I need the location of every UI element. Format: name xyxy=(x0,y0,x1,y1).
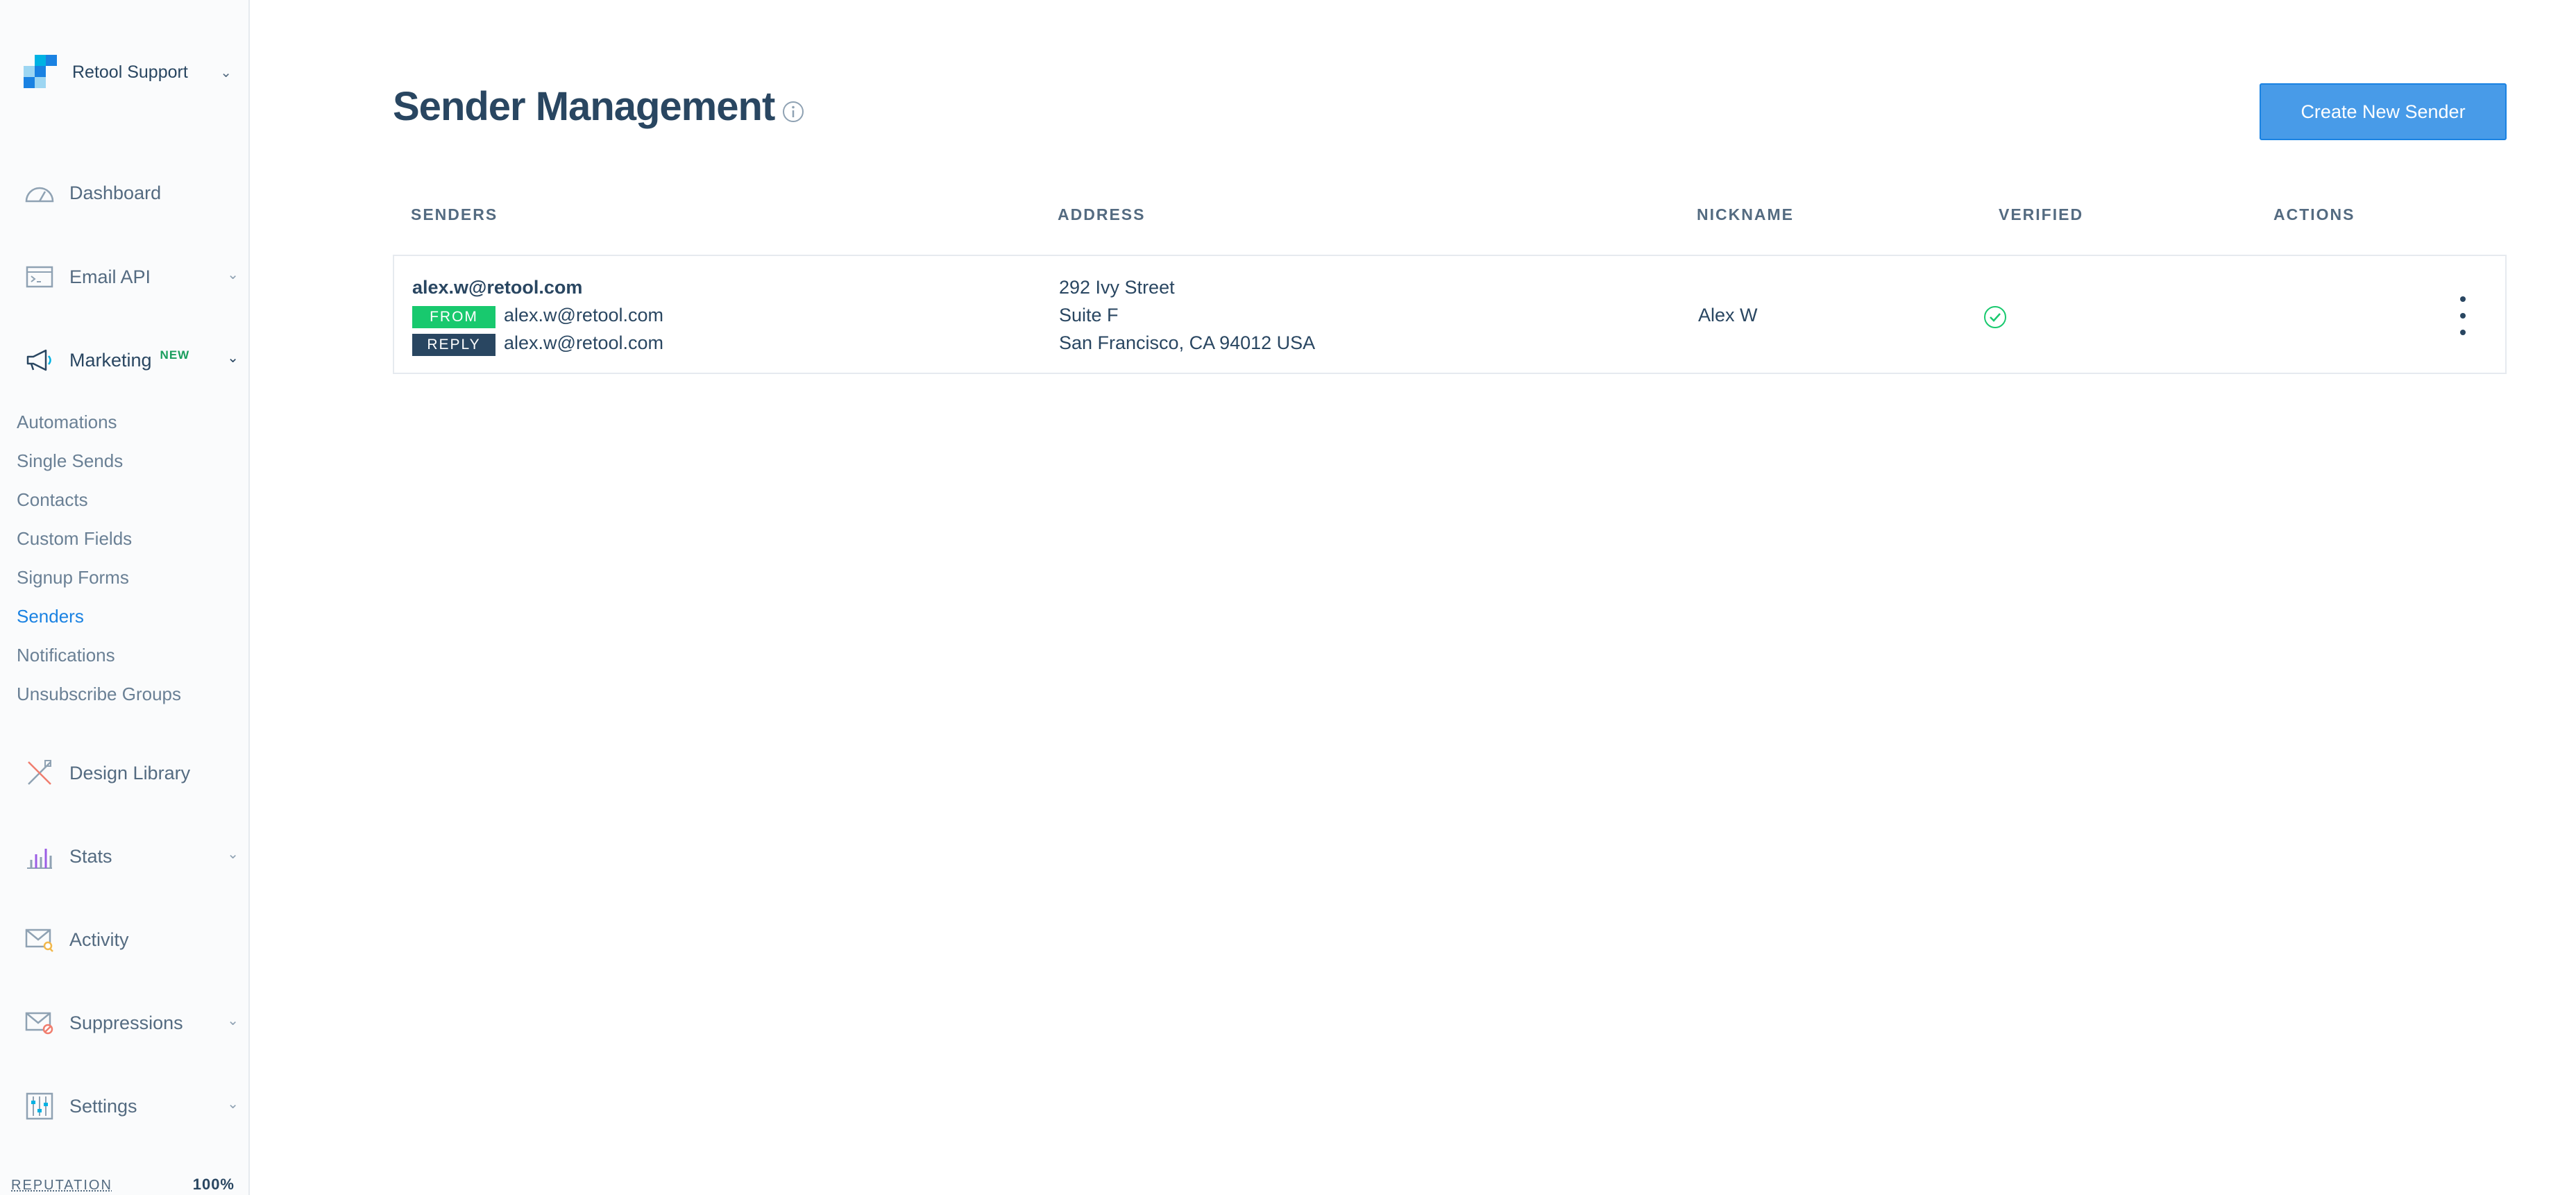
nav-item-design-library[interactable]: Design Library xyxy=(24,756,239,790)
nav-label: Activity xyxy=(69,929,129,950)
chevron-down-icon: ⌄ xyxy=(227,350,239,366)
sub-item-custom-fields[interactable]: Custom Fields xyxy=(17,528,132,550)
nav-label: Dashboard xyxy=(69,182,162,203)
nav-item-dashboard[interactable]: Dashboard xyxy=(24,176,239,210)
verified-check-icon xyxy=(1984,306,2006,328)
more-actions-icon[interactable] xyxy=(2452,296,2473,335)
page-title: Sender Management xyxy=(393,84,775,129)
column-header-senders: SENDERS xyxy=(411,205,498,223)
sidebar: Retool Support ⌄ Dashboard Email API ⌄ M… xyxy=(0,0,250,1195)
account-name: Retool Support xyxy=(72,62,188,82)
megaphone-icon xyxy=(24,344,56,376)
chevron-down-icon: ⌄ xyxy=(227,1096,239,1112)
nav-label: Suppressions xyxy=(69,1012,183,1033)
reputation-meter[interactable]: REPUTATION 100% xyxy=(11,1176,235,1194)
sub-item-notifications[interactable]: Notifications xyxy=(17,645,115,666)
nav-label: Settings xyxy=(69,1095,137,1117)
from-email: alex.w@retool.com xyxy=(504,305,663,325)
from-tag: FROM xyxy=(412,306,495,328)
reply-tag: REPLY xyxy=(412,334,495,356)
chevron-down-icon: ⌄ xyxy=(227,847,239,862)
sub-item-unsubscribe-groups[interactable]: Unsubscribe Groups xyxy=(17,684,181,705)
column-header-nickname: NICKNAME xyxy=(1697,205,1794,223)
column-header-verified: VERIFIED xyxy=(1999,205,2084,223)
nav-label: Email API xyxy=(69,266,151,287)
nav-label: Stats xyxy=(69,845,112,867)
terminal-icon xyxy=(24,261,56,293)
page-header: Sender Management xyxy=(393,83,805,130)
sub-item-senders[interactable]: Senders xyxy=(17,606,84,627)
nav-label: Marketing xyxy=(69,349,152,371)
nav-item-settings[interactable]: Settings ⌄ xyxy=(24,1090,239,1123)
sub-item-contacts[interactable]: Contacts xyxy=(17,489,88,511)
reputation-label: REPUTATION xyxy=(11,1178,112,1193)
new-badge: NEW xyxy=(160,348,190,362)
info-icon[interactable] xyxy=(781,100,805,124)
create-new-sender-button[interactable]: Create New Sender xyxy=(2260,83,2507,140)
bar-chart-icon xyxy=(24,840,56,872)
address-line-1: 292 Ivy Street xyxy=(1059,277,1175,298)
nav-item-marketing[interactable]: Marketing NEW ⌄ xyxy=(24,344,239,377)
sendgrid-logo-icon xyxy=(24,55,58,90)
nav-item-activity[interactable]: Activity xyxy=(24,923,239,956)
design-tools-icon xyxy=(24,757,56,789)
reply-email: alex.w@retool.com xyxy=(504,332,663,353)
nav-item-email-api[interactable]: Email API ⌄ xyxy=(24,260,239,294)
sliders-icon xyxy=(24,1090,56,1122)
account-switcher[interactable]: Retool Support ⌄ xyxy=(24,54,232,90)
sub-item-single-sends[interactable]: Single Sends xyxy=(17,450,123,472)
chevron-down-icon: ⌄ xyxy=(227,267,239,282)
chevron-down-icon: ⌄ xyxy=(227,1013,239,1028)
sender-nickname: Alex W xyxy=(1698,305,1758,325)
chevron-down-icon: ⌄ xyxy=(220,65,232,80)
nav-label: Design Library xyxy=(69,762,191,783)
sender-email: alex.w@retool.com xyxy=(412,277,583,298)
table-row: alex.w@retool.com FROM alex.w@retool.com… xyxy=(393,255,2507,374)
column-header-address: ADDRESS xyxy=(1058,205,1146,223)
envelope-search-icon xyxy=(24,924,56,956)
address-line-2: Suite F xyxy=(1059,305,1119,325)
sub-item-signup-forms[interactable]: Signup Forms xyxy=(17,567,129,588)
nav-item-suppressions[interactable]: Suppressions ⌄ xyxy=(24,1006,239,1040)
sub-item-automations[interactable]: Automations xyxy=(17,412,117,433)
envelope-blocked-icon xyxy=(24,1007,56,1039)
dashboard-gauge-icon xyxy=(24,177,56,209)
address-line-3: San Francisco, CA 94012 USA xyxy=(1059,332,1316,353)
nav-item-stats[interactable]: Stats ⌄ xyxy=(24,840,239,873)
column-header-actions: ACTIONS xyxy=(2273,205,2355,223)
reputation-value: 100% xyxy=(192,1176,235,1193)
